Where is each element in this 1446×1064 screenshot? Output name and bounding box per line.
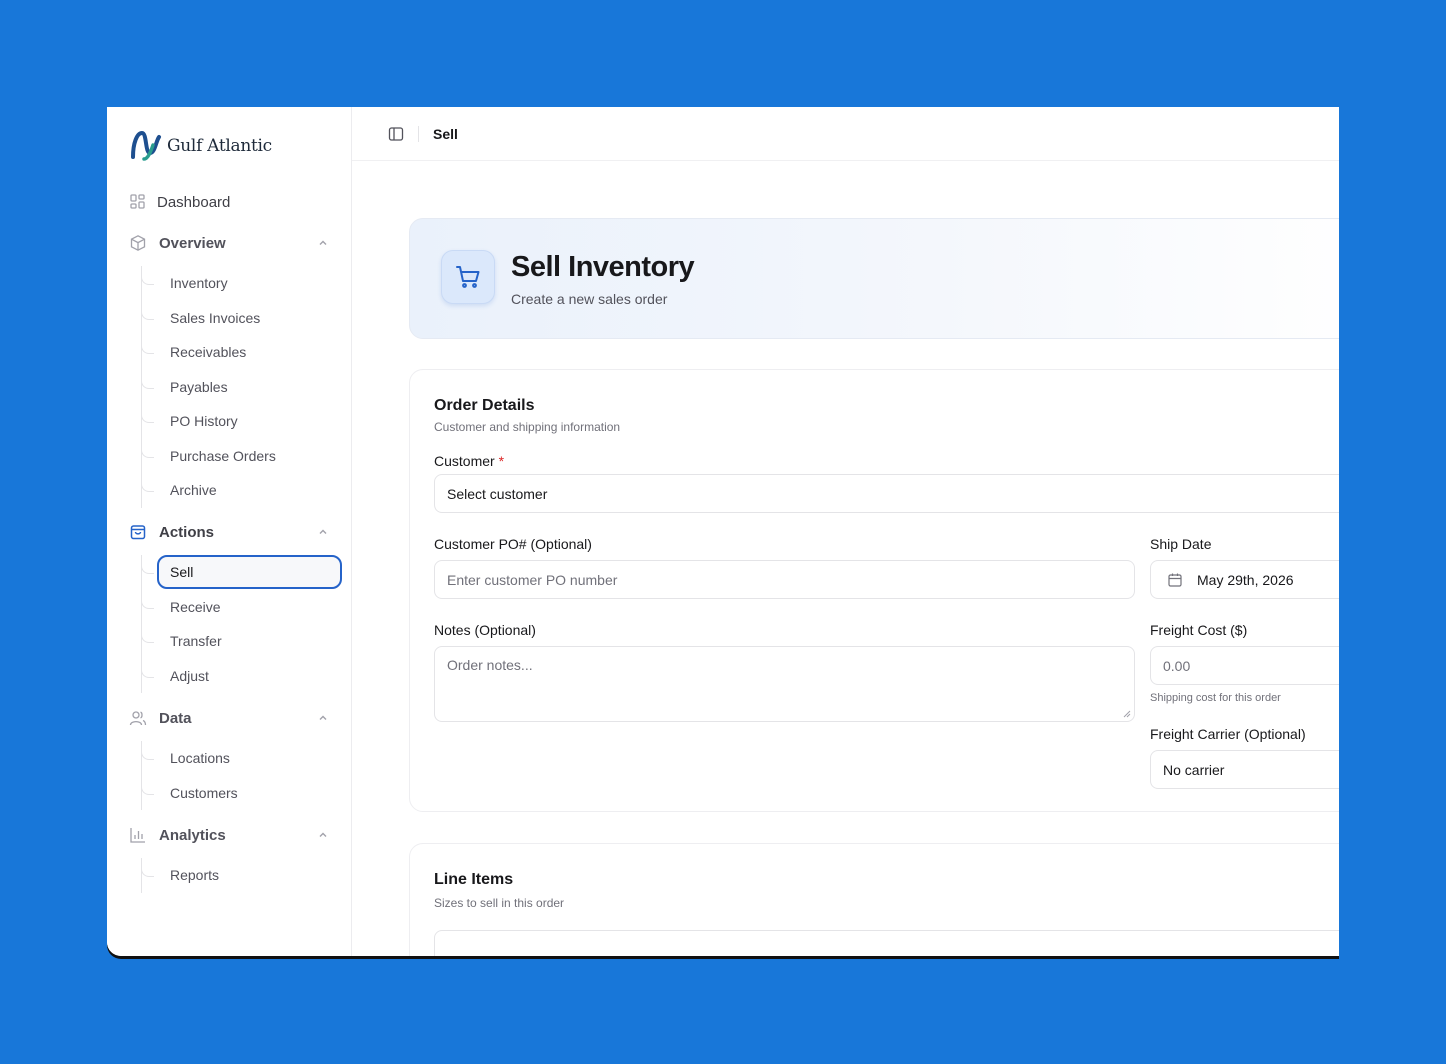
- notes-label: Notes (Optional): [434, 622, 536, 638]
- sidebar: Gulf Atlantic Dashboard Overview Invento…: [107, 107, 352, 956]
- shopping-bag-icon: [129, 523, 147, 541]
- card-subtitle: Customer and shipping information: [434, 420, 621, 434]
- sidebar-item-sell[interactable]: Sell: [141, 555, 342, 590]
- freight-carrier-label: Freight Carrier (Optional): [1150, 726, 1306, 742]
- sidebar-section-overview: Overview Inventory Sales Invoices Receiv…: [129, 231, 329, 508]
- sidebar-item-dashboard[interactable]: Dashboard: [129, 193, 230, 211]
- sidebar-item-locations[interactable]: Locations: [141, 741, 329, 776]
- card-title: Line Items: [434, 871, 514, 888]
- sidebar-section-label: Data: [159, 709, 192, 727]
- resize-handle-icon[interactable]: [1123, 710, 1131, 718]
- sidebar-item-sales-invoices[interactable]: Sales Invoices: [141, 301, 329, 336]
- sidebar-item-payables[interactable]: Payables: [141, 370, 329, 405]
- customer-po-label: Customer PO# (Optional): [434, 536, 592, 552]
- sidebar-item-archive[interactable]: Archive: [141, 473, 329, 508]
- card-title: Order Details: [434, 397, 535, 414]
- package-icon: [129, 234, 147, 252]
- sidebar-item-purchase-orders[interactable]: Purchase Orders: [141, 439, 329, 474]
- dashboard-icon: [129, 193, 147, 211]
- sidebar-item-label: Sell: [170, 564, 194, 581]
- notes-textarea[interactable]: Order notes...: [434, 646, 1135, 722]
- page-header: Sell Inventory Create a new sales order: [409, 218, 1339, 339]
- bar-chart-icon: [129, 826, 147, 844]
- line-items-container: [434, 930, 1339, 956]
- breadcrumb: Sell: [433, 125, 458, 142]
- sidebar-item-receive[interactable]: Receive: [141, 590, 329, 625]
- order-details-card: Order Details Customer and shipping info…: [409, 369, 1339, 812]
- sidebar-section-actions: Actions Sell Receive Transfer Adjust: [129, 520, 342, 694]
- freight-cost-hint: Shipping cost for this order: [1150, 692, 1281, 704]
- brand-name: Gulf Atlantic: [167, 136, 272, 156]
- divider: [418, 125, 419, 142]
- page-subtitle: Create a new sales order: [511, 291, 668, 307]
- topbar: Sell: [352, 107, 1339, 161]
- freight-cost-input[interactable]: 0.00: [1150, 646, 1339, 685]
- sidebar-item-label: Dashboard: [157, 193, 231, 211]
- logo-icon: [131, 130, 161, 161]
- sidebar-item-inventory[interactable]: Inventory: [141, 266, 329, 301]
- sidebar-section-header-overview[interactable]: Overview: [129, 231, 329, 255]
- chevron-up-icon[interactable]: [317, 526, 329, 538]
- brand-logo[interactable]: Gulf Atlantic: [129, 129, 272, 163]
- customer-select[interactable]: Select customer: [434, 474, 1339, 513]
- sidebar-item-customers[interactable]: Customers: [141, 776, 329, 811]
- ship-date-value: May 29th, 2026: [1197, 571, 1294, 588]
- freight-cost-label: Freight Cost ($): [1150, 622, 1248, 638]
- sidebar-item-reports[interactable]: Reports: [141, 858, 329, 893]
- calendar-icon: [1168, 573, 1182, 587]
- customer-label: Customer *: [434, 453, 504, 469]
- ship-date-label: Ship Date: [1150, 536, 1212, 552]
- sidebar-item-transfer[interactable]: Transfer: [141, 624, 329, 659]
- freight-carrier-select[interactable]: No carrier: [1150, 750, 1339, 789]
- customer-label-text: Customer: [434, 453, 495, 469]
- notes-placeholder: Order notes...: [447, 657, 533, 673]
- sidebar-section-label: Overview: [159, 234, 226, 252]
- sidebar-section-header-actions[interactable]: Actions: [129, 520, 329, 544]
- customer-po-input[interactable]: Enter customer PO number: [434, 560, 1135, 599]
- sidebar-item-receivables[interactable]: Receivables: [141, 335, 329, 370]
- sidebar-item-adjust[interactable]: Adjust: [141, 659, 329, 694]
- users-icon: [129, 709, 147, 727]
- app-window: Gulf Atlantic Dashboard Overview Invento…: [107, 107, 1339, 956]
- sidebar-section-label: Analytics: [159, 826, 226, 844]
- sidebar-toggle-icon[interactable]: [388, 126, 404, 142]
- card-subtitle: Sizes to sell in this order: [434, 896, 565, 910]
- chevron-up-icon[interactable]: [317, 829, 329, 841]
- line-items-card: Line Items Sizes to sell in this order: [409, 843, 1339, 956]
- sidebar-section-analytics: Analytics Reports: [129, 823, 329, 893]
- page-title: Sell Inventory: [511, 251, 695, 283]
- sidebar-section-data: Data Locations Customers: [129, 706, 329, 810]
- sidebar-section-header-analytics[interactable]: Analytics: [129, 823, 329, 847]
- chevron-up-icon[interactable]: [317, 712, 329, 724]
- sidebar-section-label: Actions: [159, 523, 215, 541]
- sidebar-section-header-data[interactable]: Data: [129, 706, 329, 730]
- cart-icon: [441, 250, 495, 304]
- sidebar-item-po-history[interactable]: PO History: [141, 404, 329, 439]
- chevron-up-icon[interactable]: [317, 237, 329, 249]
- ship-date-picker[interactable]: May 29th, 2026: [1150, 560, 1339, 599]
- required-mark: *: [498, 453, 505, 469]
